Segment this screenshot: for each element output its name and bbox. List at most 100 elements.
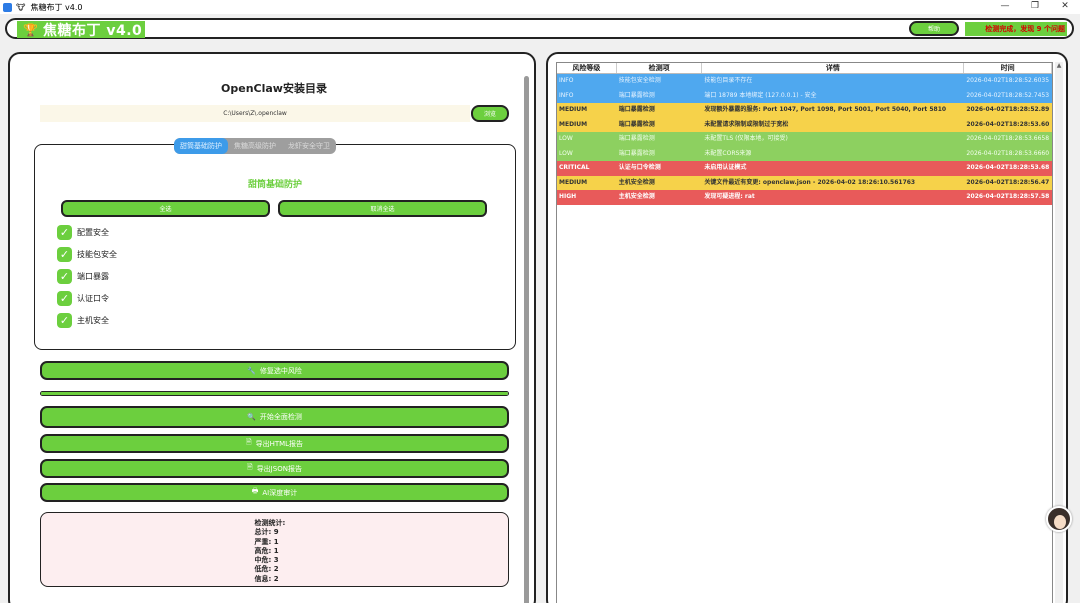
trophy-icon: 🏆 [23, 22, 38, 37]
left-scrollbar[interactable] [524, 76, 529, 603]
column-header-time[interactable]: 时间 [964, 63, 1052, 73]
cell-level: HIGH [559, 193, 577, 200]
column-header-item[interactable]: 检测项 [617, 63, 703, 73]
scroll-up-icon[interactable]: ▲ [1055, 62, 1063, 69]
maximize-button[interactable]: ❐ [1020, 0, 1050, 14]
right-panel: 风险等级 检测项 详情 时间 INFO 技能包安全检测 技能包目录不存在 2026-0… [546, 52, 1068, 603]
cell-detail: 技能包目录不存在 [704, 77, 753, 84]
window-titlebar: 🐮 焦糖布丁 v4.0 — ❐ ✕ [0, 0, 1080, 14]
column-header-level[interactable]: 风险等级 [557, 63, 617, 73]
tab-lobster-guard[interactable]: 龙虾安全守卫 [282, 138, 336, 154]
deselect-all-button[interactable]: 取消全选 [278, 200, 487, 217]
window-controls: — ❐ ✕ [990, 0, 1080, 14]
select-all-button[interactable]: 全选 [61, 200, 270, 217]
cell-detail: 未配置请求限制或限制过于宽松 [704, 120, 789, 128]
table-row[interactable]: HIGH 主机安全检测 发现可疑进程: rat 2026-04-02T18:28:57… [557, 190, 1052, 205]
assistant-avatar[interactable] [1046, 506, 1072, 532]
check-config-security[interactable]: ✓ 配置安全 [57, 224, 109, 240]
protection-tabs: 甜筒基础防护 焦糖高级防护 龙虾安全守卫 [174, 138, 336, 154]
export-html-button[interactable]: 🗎 导出HTML报告 [40, 434, 509, 453]
export-json-label: 导出JSON报告 [256, 464, 302, 473]
fix-selected-label: 修复选中风险 [259, 366, 302, 375]
cell-time: 2026-04-02T18:28:52.6035 [966, 77, 1050, 84]
cell-level: MEDIUM [559, 120, 588, 128]
table-row[interactable]: CRITICAL 认证与口令检测 未启用认证模式 2026-04-02T18:28:5… [557, 161, 1052, 176]
scan-statistics: 检测统计: 总计: 9 严重: 1 高危: 1 中危: 3 低危: 2 信息: … [40, 512, 509, 587]
document-icon: 🗎 [245, 438, 252, 446]
minimize-button[interactable]: — [990, 0, 1020, 14]
results-table: 风险等级 检测项 详情 时间 INFO 技能包安全检测 技能包目录不存在 2026-0… [556, 62, 1053, 603]
table-row[interactable]: INFO 端口暴露检测 端口 18789 本地绑定 (127.0.0.1) - 安全… [557, 88, 1052, 103]
cell-time: 2026-04-02T18:28:56.47 [966, 178, 1050, 186]
table-row[interactable]: MEDIUM 端口暴露检测 未配置请求限制或限制过于宽松 2026-04-02T18:… [557, 117, 1052, 132]
cell-time: 2026-04-02T18:28:53.6660 [966, 149, 1050, 157]
cell-item: 端口暴露检测 [618, 91, 655, 99]
table-row[interactable]: MEDIUM 端口暴露检测 发现额外暴露的服务: Port 1047, Port 1… [557, 103, 1052, 118]
cell-time: 2026-04-02T18:28:53.68 [966, 164, 1050, 171]
ai-audit-label: AI深度审计 [262, 488, 298, 497]
checkbox-checked-icon[interactable]: ✓ [57, 246, 72, 262]
cell-detail: 未配置CORS来源 [704, 149, 752, 157]
cell-item: 认证与口令检测 [618, 164, 661, 171]
table-row[interactable]: LOW 端口暴露检测 未配置CORS来源 2026-04-02T18:28:53.66… [557, 146, 1052, 161]
status-text: 检测完成，发现 9 个问题 [965, 22, 1067, 36]
printer-icon: 🖶 [251, 487, 259, 495]
help-button[interactable]: 帮助 [909, 21, 959, 36]
close-button[interactable]: ✕ [1050, 0, 1080, 14]
cell-level: CRITICAL [559, 164, 590, 171]
cell-time: 2026-04-02T18:28:52.89 [966, 106, 1050, 113]
table-row[interactable]: LOW 端口暴露检测 未配置TLS (仅限本地，可接受) 2026-04-02T18:… [557, 132, 1052, 147]
table-body: INFO 技能包安全检测 技能包目录不存在 2026-04-02T18:28:52.6… [557, 74, 1052, 205]
cell-time: 2026-04-02T18:28:53.6658 [966, 135, 1050, 142]
checkbox-checked-icon[interactable]: ✓ [57, 224, 72, 240]
cow-icon: 🐮 [16, 2, 26, 12]
table-row[interactable]: INFO 技能包安全检测 技能包目录不存在 2026-04-02T18:28:52.6… [557, 74, 1052, 89]
cell-item: 端口暴露检测 [618, 135, 655, 142]
cell-level: INFO [559, 77, 574, 84]
check-label: 主机安全 [77, 315, 109, 325]
left-panel: OpenClaw安装目录 C:\Users\Z\.openclaw 浏览 甜筒基… [8, 52, 536, 603]
app-header: 🏆 焦糖布丁 v4.0 帮助 检测完成，发现 9 个问题 [5, 18, 1074, 39]
check-host-security[interactable]: ✓ 主机安全 [57, 312, 109, 328]
cell-detail: 关键文件最近有变更: openclaw.json - 2026-04-02 18… [704, 178, 916, 186]
cell-detail: 发现可疑进程: rat [704, 193, 755, 200]
cell-detail: 未配置TLS (仅限本地，可接受) [704, 135, 788, 142]
cell-item: 端口暴露检测 [618, 120, 655, 128]
checkbox-checked-icon[interactable]: ✓ [57, 268, 72, 284]
fix-selected-button[interactable]: 🔧 修复选中风险 [40, 361, 509, 380]
cell-item: 主机安全检测 [618, 178, 655, 186]
cell-time: 2026-04-02T18:28:57.58 [966, 193, 1050, 200]
checkbox-checked-icon[interactable]: ✓ [57, 312, 72, 328]
check-auth-password[interactable]: ✓ 认证口令 [57, 290, 109, 306]
install-path-field[interactable]: C:\Users\Z\.openclaw [40, 105, 470, 122]
column-header-detail[interactable]: 详情 [702, 63, 965, 73]
app-icon [3, 2, 12, 12]
cell-detail: 发现额外暴露的服务: Port 1047, Port 1098, Port 50… [704, 106, 947, 113]
check-label: 端口暴露 [77, 271, 109, 281]
ai-audit-button[interactable]: 🖶 AI深度审计 [40, 483, 509, 502]
stats-heading: 检测统计: [254, 519, 286, 527]
start-scan-button[interactable]: 🔍 开始全面检测 [40, 406, 509, 428]
export-json-button[interactable]: 🗎 导出JSON报告 [40, 459, 509, 478]
cell-item: 端口暴露检测 [618, 106, 655, 113]
tab-advanced-protection[interactable]: 焦糖高级防护 [228, 138, 282, 154]
cell-level: LOW [559, 149, 573, 157]
cell-item: 端口暴露检测 [618, 149, 655, 157]
install-dir-title: OpenClaw安装目录 [221, 82, 327, 95]
check-port-exposure[interactable]: ✓ 端口暴露 [57, 268, 109, 284]
cell-level: MEDIUM [559, 106, 588, 113]
checkbox-checked-icon[interactable]: ✓ [57, 290, 72, 306]
tab-basic-protection[interactable]: 甜筒基础防护 [174, 138, 228, 154]
table-row[interactable]: MEDIUM 主机安全检测 关键文件最近有变更: openclaw.json - 2… [557, 175, 1052, 190]
stats-total: 总计: 9 [254, 528, 279, 537]
check-label: 认证口令 [77, 293, 109, 303]
cell-level: LOW [559, 135, 573, 142]
check-skill-security[interactable]: ✓ 技能包安全 [57, 246, 117, 262]
cell-time: 2026-04-02T18:28:52.7453 [966, 91, 1050, 99]
cell-item: 主机安全检测 [618, 193, 655, 200]
search-icon: 🔍 [247, 413, 256, 421]
window-title: 焦糖布丁 v4.0 [30, 2, 83, 12]
cell-level: MEDIUM [559, 178, 588, 186]
browse-button[interactable]: 浏览 [471, 105, 509, 122]
cell-level: INFO [559, 91, 574, 99]
